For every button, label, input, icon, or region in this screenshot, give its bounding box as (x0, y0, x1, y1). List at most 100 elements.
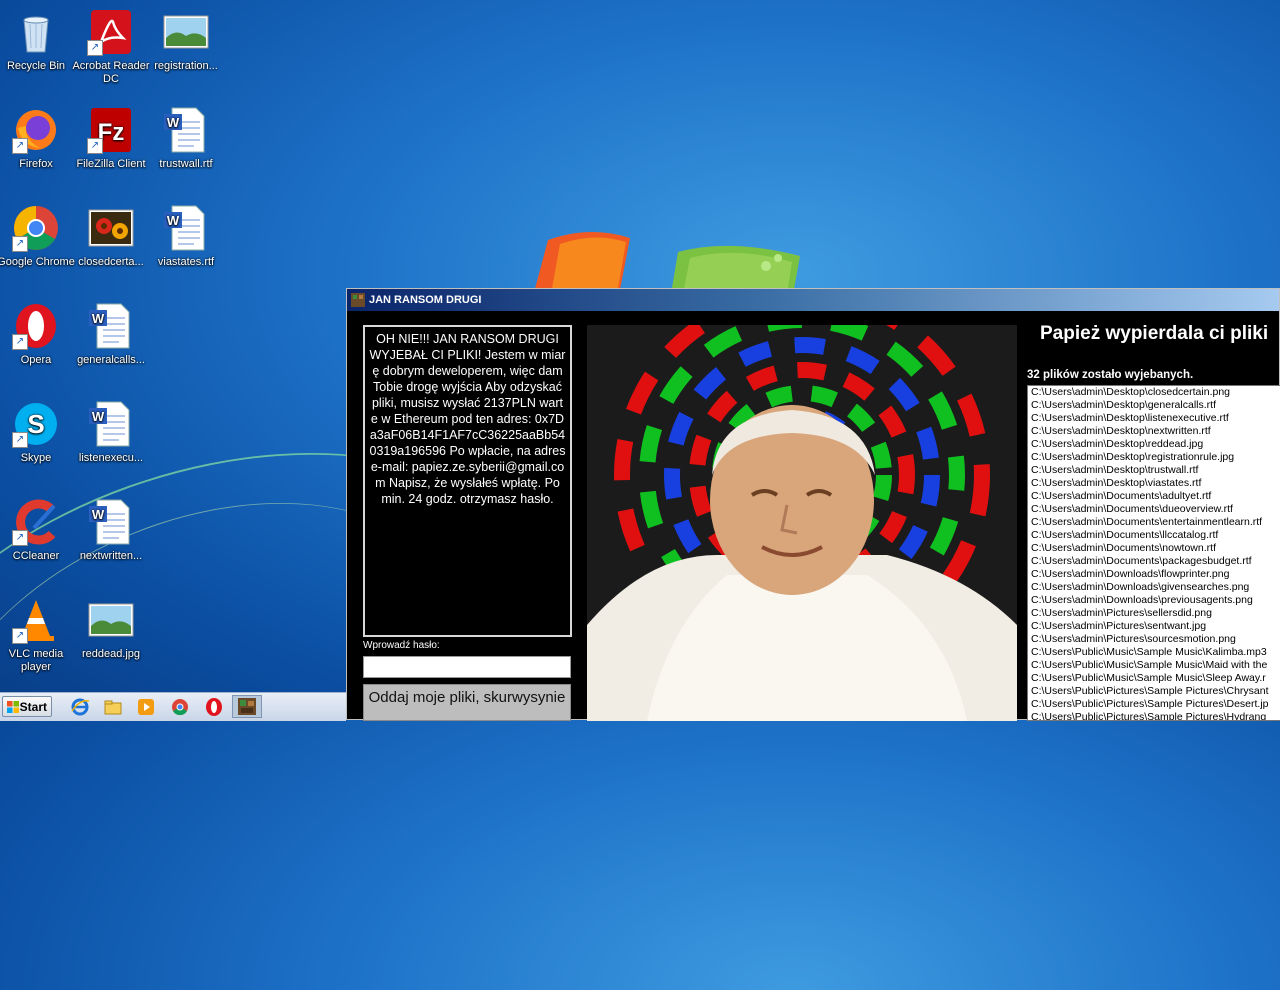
file-list-item[interactable]: C:\Users\Public\Music\Sample Music\Sleep… (1028, 672, 1280, 685)
desktop-icon-label: Google Chrome (0, 256, 75, 268)
svg-text:W: W (92, 409, 105, 424)
file-list-item[interactable]: C:\Users\admin\Documents\adultyet.rtf (1028, 490, 1280, 503)
desktop-icon-label: closedcerta... (78, 256, 144, 268)
file-list-item[interactable]: C:\Users\Public\Music\Sample Music\Kalim… (1028, 646, 1280, 659)
file-list-item[interactable]: C:\Users\admin\Documents\llccatalog.rtf (1028, 529, 1280, 542)
explorer-icon[interactable] (103, 697, 123, 717)
file-list-item[interactable]: C:\Users\admin\Downloads\previousagents.… (1028, 594, 1280, 607)
desktop-icon-label: Skype (20, 452, 52, 464)
desktop-icon-label: generalcalls... (77, 354, 145, 366)
shortcut-arrow-icon: ↗ (12, 530, 28, 546)
file-list-item[interactable]: C:\Users\Public\Pictures\Sample Pictures… (1028, 685, 1280, 698)
file-list-item[interactable]: C:\Users\admin\Desktop\viastates.rtf (1028, 477, 1280, 490)
desktop-icon-nextwritten[interactable]: W nextwritten... (71, 498, 151, 563)
desktop-icon-label: viastates.rtf (157, 256, 215, 268)
shortcut-arrow-icon: ↗ (12, 432, 28, 448)
encrypted-count: 32 plików zostało wyjebanych. (1027, 369, 1194, 381)
start-button[interactable]: Start (2, 696, 52, 717)
desktop-icon-registration[interactable]: registration... (146, 8, 226, 73)
file-list-item[interactable]: C:\Users\admin\Desktop\generalcalls.rtf (1028, 399, 1280, 412)
ransom-window-title: JAN RANSOM DRUGI (369, 294, 482, 306)
desktop-icon-recycle-bin[interactable]: Recycle Bin (0, 8, 76, 73)
password-input[interactable] (363, 656, 571, 678)
file-list-item[interactable]: C:\Users\admin\Documents\nowtown.rtf (1028, 542, 1280, 555)
desktop-icon-closedcertain[interactable]: closedcerta... (71, 204, 151, 269)
file-list-item[interactable]: C:\Users\admin\Desktop\trustwall.rtf (1028, 464, 1280, 477)
recycle-bin-icon (23, 16, 49, 53)
file-list-item[interactable]: C:\Users\admin\Pictures\sentwant.jpg (1028, 620, 1280, 633)
desktop-icon-chrome[interactable]: ↗ Google Chrome (0, 204, 76, 269)
desktop-icon-listenexecutive[interactable]: W listenexecu... (71, 400, 151, 465)
chrome-icon[interactable] (170, 697, 190, 717)
desktop-icon-label: Firefox (19, 158, 53, 170)
desktop-icon-label: VLC media player (8, 648, 64, 673)
desktop-icon-firefox[interactable]: ↗ Firefox (0, 106, 76, 171)
file-list-item[interactable]: C:\Users\admin\Pictures\sourcesmotion.pn… (1028, 633, 1280, 646)
start-label: Start (19, 700, 47, 714)
file-list-item[interactable]: C:\Users\admin\Desktop\reddead.jpg (1028, 438, 1280, 451)
shortcut-arrow-icon: ↗ (12, 628, 28, 644)
unlock-files-button[interactable]: Oddaj moje pliki, skurwysynie (363, 684, 571, 721)
desktop-icon-label: Acrobat Reader DC (72, 60, 150, 85)
desktop-icon-ccleaner[interactable]: ↗ CCleaner (0, 498, 76, 563)
desktop-icon-label: Opera (20, 354, 52, 366)
file-list-item[interactable]: C:\Users\admin\Desktop\registrationrule.… (1028, 451, 1280, 464)
file-list-item[interactable]: C:\Users\admin\Desktop\closedcertain.png (1028, 386, 1280, 399)
word-doc-icon: W (89, 401, 130, 447)
desktop-icon-trustwall[interactable]: W trustwall.rtf (146, 106, 226, 171)
desktop-icon-vlc[interactable]: ↗ VLC media player (0, 596, 76, 674)
desktop-icon-label: nextwritten... (79, 550, 143, 562)
svg-text:S: S (27, 409, 44, 439)
taskbar-active-app[interactable] (232, 695, 262, 718)
desktop-icon-label: Recycle Bin (6, 60, 66, 72)
svg-text:W: W (167, 213, 180, 228)
ie-icon[interactable] (70, 697, 90, 717)
pope-portrait-image (587, 325, 1017, 721)
svg-text:W: W (92, 311, 105, 326)
word-doc-icon: W (164, 205, 205, 251)
image-file-icon (163, 15, 209, 49)
word-doc-icon: W (89, 303, 130, 349)
file-list-item[interactable]: C:\Users\admin\Desktop\nextwritten.rtf (1028, 425, 1280, 438)
windows-start-icon (7, 701, 19, 713)
shortcut-arrow-icon: ↗ (12, 138, 28, 154)
word-doc-icon: W (164, 107, 205, 153)
desktop-icon-viastates[interactable]: W viastates.rtf (146, 204, 226, 269)
file-list-item[interactable]: C:\Users\Public\Pictures\Sample Pictures… (1028, 698, 1280, 711)
media-player-icon[interactable] (136, 697, 156, 717)
ransom-window-titlebar[interactable]: JAN RANSOM DRUGI (347, 289, 1279, 311)
file-list-item[interactable]: C:\Users\admin\Downloads\givensearches.p… (1028, 581, 1280, 594)
file-list-item[interactable]: C:\Users\admin\Documents\packagesbudget.… (1028, 555, 1280, 568)
svg-text:W: W (92, 507, 105, 522)
file-list-item[interactable]: C:\Users\admin\Documents\entertainmentle… (1028, 516, 1280, 529)
desktop-icon-reddead[interactable]: reddead.jpg (71, 596, 151, 661)
file-list-item[interactable]: C:\Users\Public\Music\Sample Music\Maid … (1028, 659, 1280, 672)
shortcut-arrow-icon: ↗ (87, 40, 103, 56)
desktop-icon-label: registration... (154, 60, 218, 72)
file-list-item[interactable]: C:\Users\admin\Desktop\listenexecutive.r… (1028, 412, 1280, 425)
desktop-icon-opera[interactable]: ↗ Opera (0, 302, 76, 367)
ransom-note: OH NIE!!! JAN RANSOM DRUGI WYJEBAŁ CI PL… (363, 325, 572, 637)
desktop-icon-label: trustwall.rtf (159, 158, 213, 170)
desktop-icon-label: reddead.jpg (81, 648, 141, 660)
shortcut-arrow-icon: ↗ (87, 138, 103, 154)
desktop-icon-skype[interactable]: S ↗ Skype (0, 400, 76, 465)
opera-icon[interactable] (204, 697, 224, 717)
desktop-icon-filezilla[interactable]: Fz ↗ FileZilla Client (71, 106, 151, 171)
encrypted-file-list[interactable]: C:\Users\admin\Desktop\closedcertain.png… (1027, 385, 1280, 721)
shortcut-arrow-icon: ↗ (12, 236, 28, 252)
file-list-item[interactable]: C:\Users\admin\Documents\dueoverview.rtf (1028, 503, 1280, 516)
file-list-item[interactable]: C:\Users\admin\Downloads\flowprinter.png (1028, 568, 1280, 581)
ransom-app-icon (238, 698, 256, 715)
password-label: Wprowadź hasło: (363, 640, 440, 651)
ransom-window: JAN RANSOM DRUGI OH NIE!!! JAN RANSOM DR… (346, 288, 1280, 721)
ransom-heading: Papież wypierdala ci pliki (1040, 323, 1269, 344)
ransom-app-icon (351, 293, 365, 307)
desktop-icon-label: CCleaner (12, 550, 60, 562)
word-doc-icon: W (89, 499, 130, 545)
desktop-icon-generalcalls[interactable]: W generalcalls... (71, 302, 151, 367)
taskbar: Start (0, 692, 346, 721)
file-list-item[interactable]: C:\Users\admin\Pictures\sellersdid.png (1028, 607, 1280, 620)
desktop-icon-acrobat[interactable]: ↗ Acrobat Reader DC (71, 8, 151, 86)
desktop-icon-label: FileZilla Client (76, 158, 146, 170)
